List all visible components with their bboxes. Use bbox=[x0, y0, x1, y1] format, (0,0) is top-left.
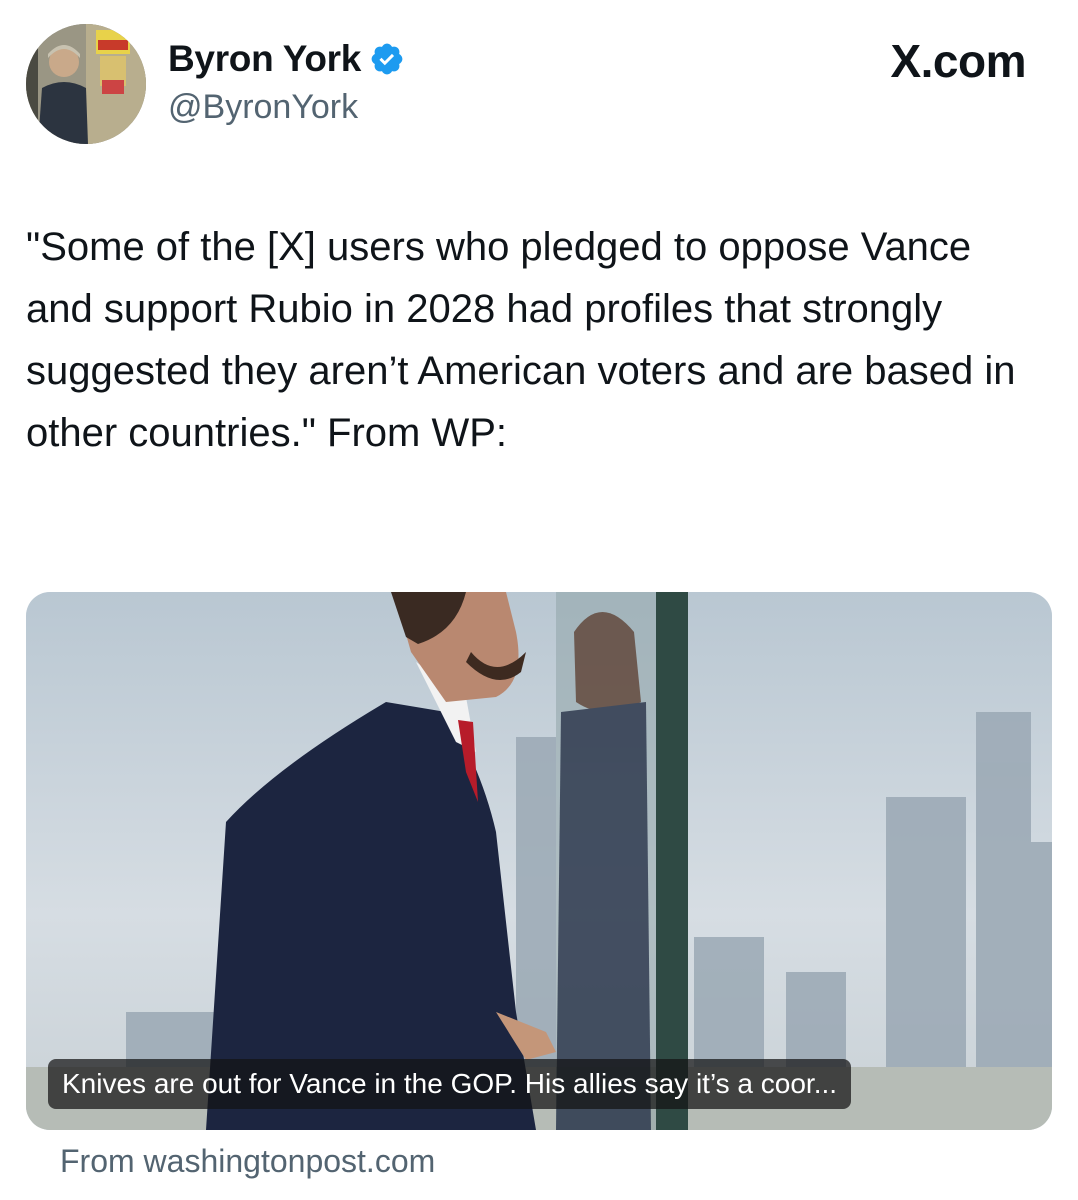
author-handle[interactable]: @ByronYork bbox=[168, 88, 358, 127]
avatar-photo-icon bbox=[26, 24, 146, 144]
card-headline[interactable]: Knives are out for Vance in the GOP. His… bbox=[48, 1059, 852, 1109]
author-name-text: Byron York bbox=[168, 38, 362, 79]
x-com-logo: X.com bbox=[890, 35, 1026, 87]
verified-badge-icon bbox=[371, 43, 403, 75]
author-name[interactable]: Byron York bbox=[168, 38, 405, 80]
tweet-text: "Some of the [X] users who pledged to op… bbox=[26, 225, 1016, 455]
article-photo-icon bbox=[26, 592, 1052, 1130]
card-source-link[interactable]: From washingtonpost.com bbox=[60, 1143, 435, 1180]
link-preview-card[interactable]: Knives are out for Vance in the GOP. His… bbox=[26, 592, 1052, 1130]
author-avatar[interactable] bbox=[26, 24, 146, 144]
